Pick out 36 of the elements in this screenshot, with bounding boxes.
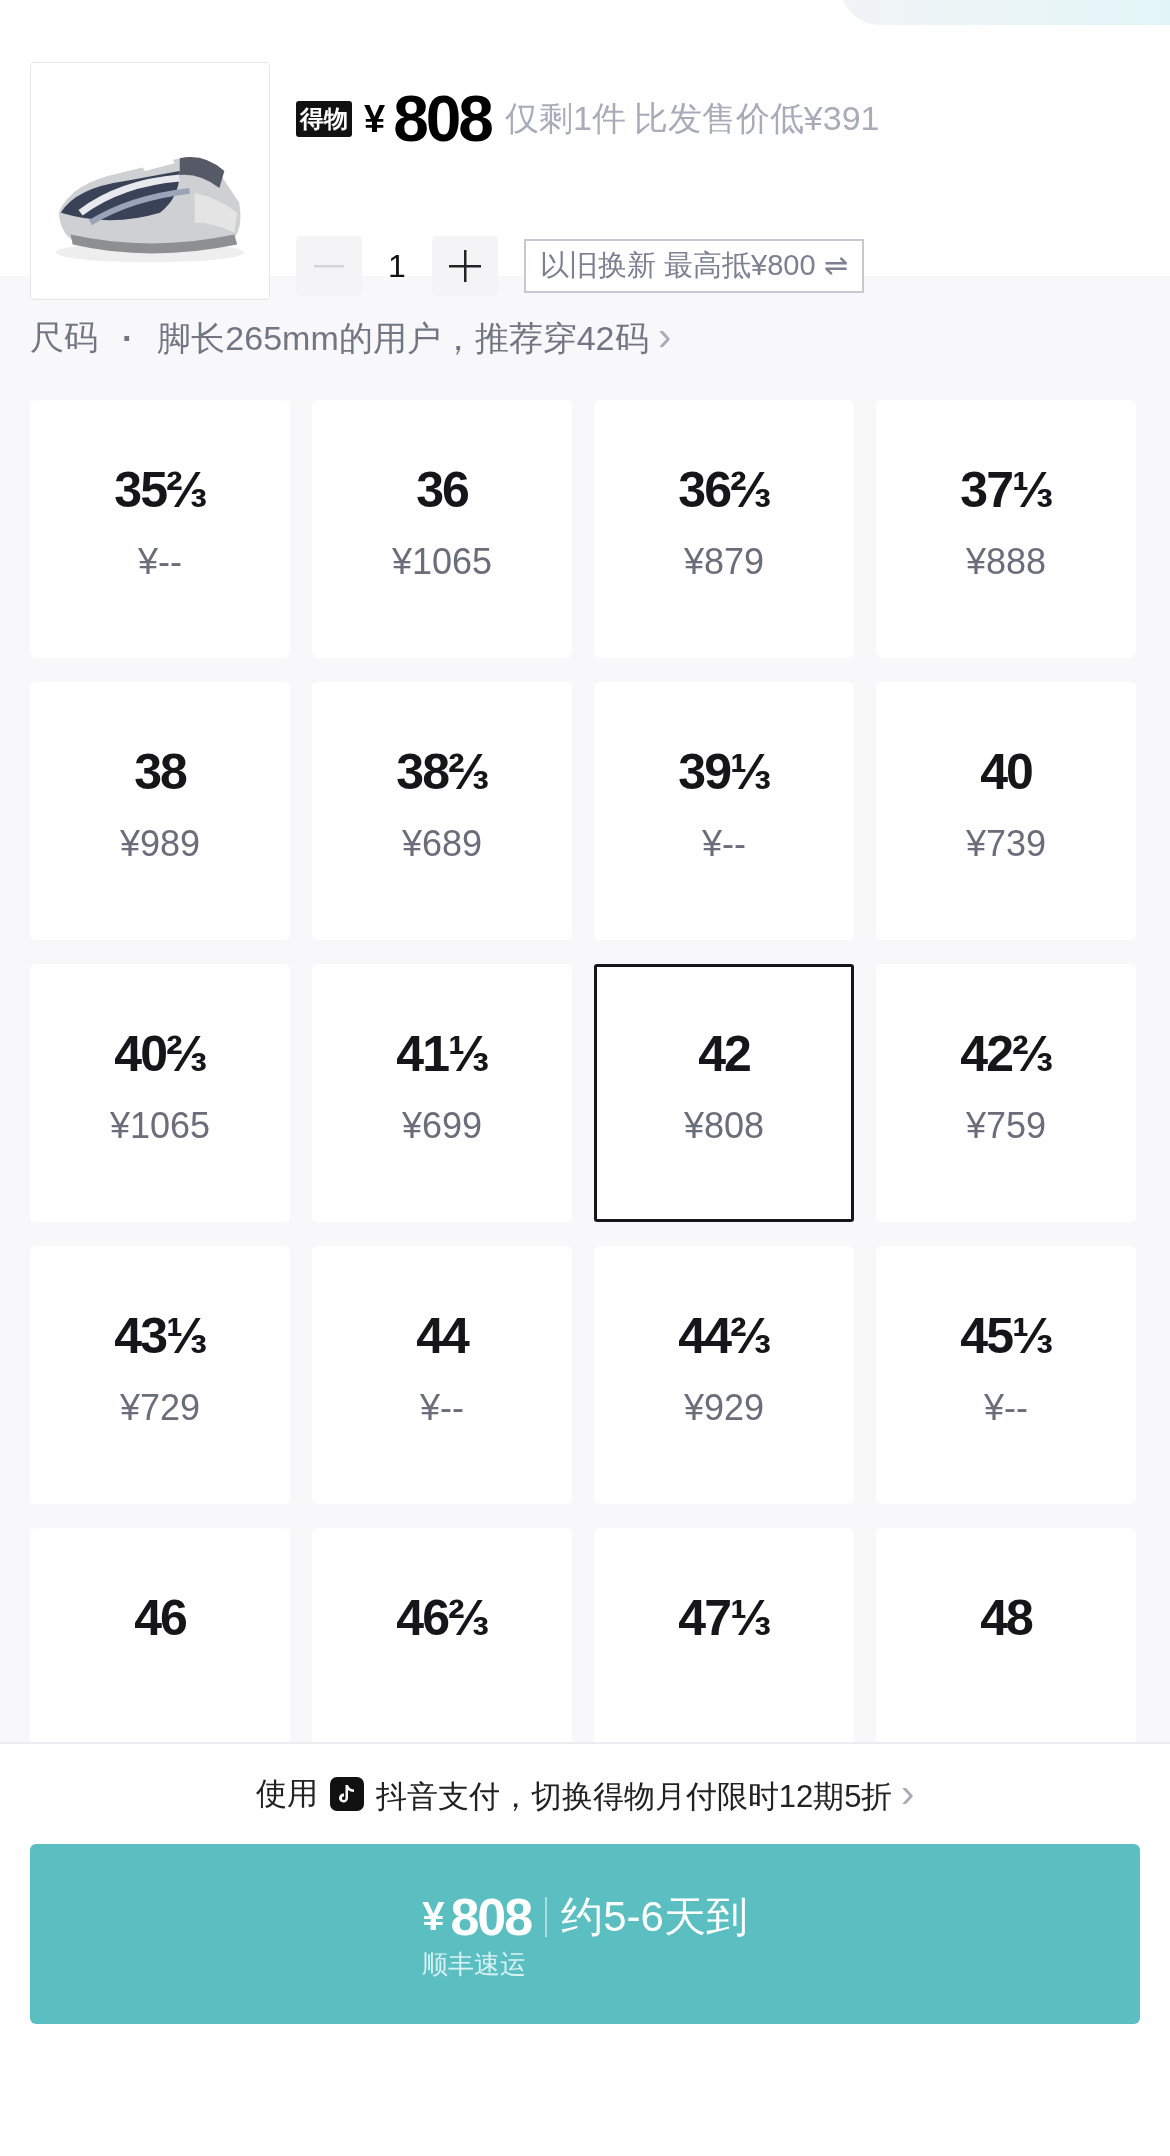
- payment-prefix: 使用: [255, 1775, 318, 1813]
- size-option[interactable]: 39⅓ ¥--: [594, 682, 854, 940]
- discount-note: 比发售价低¥391: [633, 98, 880, 139]
- size-option[interactable]: 40⅔ ¥1065: [30, 964, 290, 1222]
- currency-symbol: ¥: [364, 97, 386, 141]
- increase-button[interactable]: [432, 236, 498, 296]
- size-option[interactable]: 47⅓: [594, 1528, 854, 1742]
- size-option[interactable]: 41⅓ ¥699: [312, 964, 572, 1222]
- plus-icon: [449, 250, 481, 282]
- size-option[interactable]: 42 ¥808: [594, 964, 854, 1222]
- size-label: 尺码: [30, 317, 98, 358]
- size-option[interactable]: 45⅓ ¥--: [876, 1246, 1136, 1504]
- size-option[interactable]: 35⅔ ¥--: [30, 400, 290, 658]
- quantity-value: 1: [387, 247, 407, 285]
- size-option[interactable]: 36⅔ ¥879: [594, 400, 854, 658]
- size-option[interactable]: 43⅓ ¥729: [30, 1246, 290, 1504]
- payment-offer-link[interactable]: 抖音支付，切换得物月付限时12期5折 ›: [375, 1770, 915, 1818]
- size-option[interactable]: 36 ¥1065: [312, 400, 572, 658]
- size-option[interactable]: 37⅓ ¥888: [876, 400, 1136, 658]
- stock-note: 仅剩1件: [504, 98, 626, 139]
- size-option[interactable]: 46⅔: [312, 1528, 572, 1742]
- size-option[interactable]: 46: [30, 1528, 290, 1742]
- separator-dot: ·: [122, 318, 134, 358]
- size-option[interactable]: 40 ¥739: [876, 682, 1136, 940]
- brand-badge: 得物: [296, 101, 352, 137]
- size-option[interactable]: 38⅔ ¥689: [312, 682, 572, 940]
- product-price: 808: [393, 82, 491, 156]
- size-option[interactable]: 44⅔ ¥929: [594, 1246, 854, 1504]
- size-recommendation-link[interactable]: 脚长265mm的用户，推荐穿42码 ›: [157, 314, 672, 362]
- size-option[interactable]: 44 ¥--: [312, 1246, 572, 1504]
- music-note-icon: [329, 1777, 364, 1811]
- size-option[interactable]: 48: [876, 1528, 1136, 1742]
- size-option[interactable]: 42⅔ ¥759: [876, 964, 1136, 1222]
- minus-icon: [314, 264, 344, 268]
- trade-in-button[interactable]: 以旧换新 最高抵¥800 ⇌: [524, 239, 864, 293]
- size-option[interactable]: 38 ¥989: [30, 682, 290, 940]
